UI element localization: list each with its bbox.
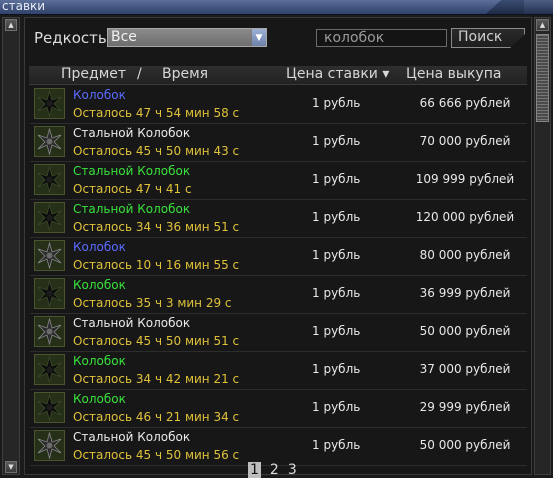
lot-bid-price: 1 рубль: [312, 438, 361, 452]
table-row[interactable]: Стальной Колобок Осталось 45 ч 50 мин 56 …: [30, 428, 527, 466]
tab-bids[interactable]: ставки: [0, 0, 501, 14]
rarity-select[interactable]: Все ▼: [107, 28, 267, 47]
lot-bid-price: 1 рубль: [312, 134, 361, 148]
pagination: 123: [248, 462, 306, 478]
lot-buyout-price: 109 999 рублей: [415, 172, 515, 186]
lot-name: Колобок: [73, 392, 126, 406]
lot-name: Колобок: [73, 278, 126, 292]
lot-name: Стальной Колобок: [73, 316, 191, 330]
right-scroll-up-button[interactable]: ▲: [536, 19, 549, 31]
right-scroll-thumb[interactable]: [536, 34, 549, 122]
dark-star-icon[interactable]: [34, 392, 65, 423]
lot-time-left: Осталось 10 ч 16 мин 55 с: [73, 258, 240, 272]
page-1-link[interactable]: 1: [248, 462, 261, 478]
table-row[interactable]: Колобок Осталось 35 ч 3 мин 29 с 1 рубль 36…: [30, 276, 527, 314]
arrow-up-icon: ▲: [8, 21, 14, 29]
column-item[interactable]: Предмет: [61, 66, 126, 82]
lot-bid-price: 1 рубль: [312, 324, 361, 338]
table-row[interactable]: Колобок Осталось 47 ч 54 мин 58 с 1 рубль 6…: [30, 86, 527, 124]
lot-bid-price: 1 рубль: [312, 96, 361, 110]
lot-buyout-price: 80 000 рублей: [419, 248, 511, 262]
left-scroll-up-button[interactable]: ▲: [5, 19, 17, 31]
rarity-label: Редкость: [34, 29, 107, 47]
dark-star-icon[interactable]: [34, 354, 65, 385]
lot-name: Колобок: [73, 240, 126, 254]
lot-buyout-price: 36 999 рублей: [419, 286, 511, 300]
dark-star-icon[interactable]: [34, 202, 65, 233]
table-row[interactable]: Стальной Колобок Осталось 45 ч 50 мин 51 …: [30, 314, 527, 352]
column-buyout-price[interactable]: Цена выкупа: [406, 66, 501, 82]
dark-star-icon[interactable]: [34, 278, 65, 309]
steel-star-icon[interactable]: [34, 240, 65, 271]
search-input[interactable]: колобок: [316, 29, 447, 47]
table-row[interactable]: Стальной Колобок Осталось 34 ч 36 мин 51 …: [30, 200, 527, 238]
steel-star-icon[interactable]: [34, 430, 65, 461]
steel-star-icon[interactable]: [34, 126, 65, 157]
right-scrollbar[interactable]: ▲: [534, 17, 551, 475]
lot-buyout-price: 37 000 рублей: [419, 362, 511, 376]
lot-buyout-price: 70 000 рублей: [419, 134, 511, 148]
lot-buyout-price: 29 999 рублей: [419, 400, 511, 414]
arrow-down-icon: ▼: [8, 463, 14, 471]
lot-time-left: Осталось 35 ч 3 мин 29 с: [73, 296, 232, 310]
lot-name: Колобок: [73, 354, 126, 368]
lot-name: Стальной Колобок: [73, 126, 191, 140]
lot-time-left: Осталось 34 ч 36 мин 51 с: [73, 220, 240, 234]
lot-time-left: Осталось 47 ч 54 мин 58 с: [73, 106, 240, 120]
tab-bids-label: ставки: [2, 0, 46, 13]
column-time[interactable]: Время: [162, 66, 208, 82]
page-3-link[interactable]: 3: [288, 462, 297, 478]
lot-time-left: Осталось 45 ч 50 мин 43 с: [73, 144, 240, 158]
lot-buyout-price: 120 000 рублей: [415, 210, 515, 224]
lot-bid-price: 1 рубль: [312, 400, 361, 414]
lots-table: Колобок Осталось 47 ч 54 мин 58 с 1 рубль 6…: [30, 86, 527, 466]
table-row[interactable]: Колобок Осталось 10 ч 16 мин 55 с 1 рубль 8…: [30, 238, 527, 276]
tab-strip-corner: [524, 0, 553, 14]
lot-time-left: Осталось 47 ч 41 с: [73, 182, 192, 196]
column-separator: /: [137, 66, 142, 82]
lot-buyout-price: 66 666 рублей: [419, 96, 511, 110]
left-scroll-down-button[interactable]: ▼: [5, 461, 17, 473]
steel-star-icon[interactable]: [34, 316, 65, 347]
table-row[interactable]: Стальной Колобок Осталось 45 ч 50 мин 43 …: [30, 124, 527, 162]
top-tab-strip: ставки: [0, 0, 553, 15]
lot-buyout-price: 50 000 рублей: [419, 438, 511, 452]
table-row[interactable]: Колобок Осталось 34 ч 42 мин 21 с 1 рубль 3…: [30, 352, 527, 390]
lot-bid-price: 1 рубль: [312, 362, 361, 376]
lot-time-left: Осталось 34 ч 42 мин 21 с: [73, 372, 240, 386]
arrow-up-icon: ▲: [539, 21, 546, 29]
dark-star-icon[interactable]: [34, 164, 65, 195]
table-row[interactable]: Колобок Осталось 46 ч 21 мин 34 с 1 рубль 2…: [30, 390, 527, 428]
table-row[interactable]: Стальной Колобок Осталось 47 ч 41 с 1 рубл…: [30, 162, 527, 200]
lot-name: Колобок: [73, 88, 126, 102]
lot-buyout-price: 50 000 рублей: [419, 324, 511, 338]
dark-star-icon[interactable]: [34, 88, 65, 119]
lot-time-left: Осталось 45 ч 50 мин 51 с: [73, 334, 240, 348]
lot-bid-price: 1 рубль: [312, 248, 361, 262]
column-bid-price[interactable]: Цена ставки ▾: [286, 66, 389, 82]
lot-bid-price: 1 рубль: [312, 172, 361, 186]
lot-name: Стальной Колобок: [73, 164, 191, 178]
lot-name: Стальной Колобок: [73, 430, 191, 444]
lot-time-left: Осталось 46 ч 21 мин 34 с: [73, 410, 240, 424]
lot-time-left: Осталось 45 ч 50 мин 56 с: [73, 448, 240, 462]
page-2-link[interactable]: 2: [270, 462, 279, 478]
lot-bid-price: 1 рубль: [312, 210, 361, 224]
chevron-down-icon[interactable]: ▼: [252, 29, 266, 46]
left-scrollbar[interactable]: ▲ ▼: [2, 17, 20, 475]
rarity-select-value: Все: [111, 29, 137, 45]
lot-name: Стальной Колобок: [73, 202, 191, 216]
lot-bid-price: 1 рубль: [312, 286, 361, 300]
